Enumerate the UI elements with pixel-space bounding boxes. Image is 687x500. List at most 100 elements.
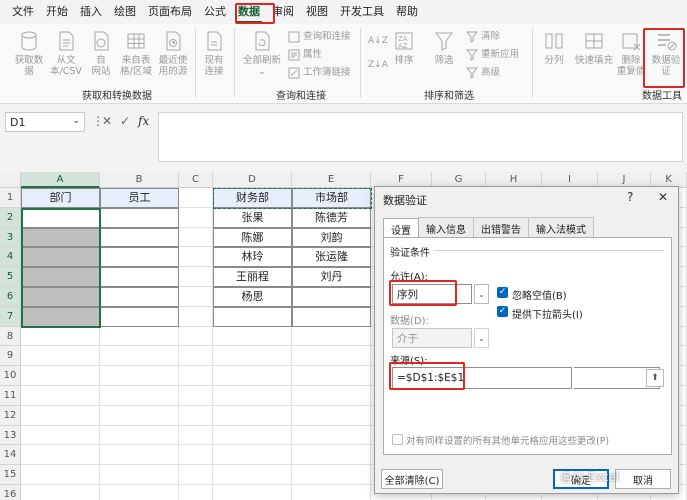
data-select[interactable]: 介于 xyxy=(392,328,472,348)
refresh-all-button[interactable]: 全部刷新 ⌄ xyxy=(240,30,284,77)
name-box[interactable]: D1 ⌄ xyxy=(5,112,85,132)
cell[interactable] xyxy=(213,405,292,426)
cell[interactable] xyxy=(292,386,371,406)
cell[interactable] xyxy=(179,366,213,386)
flash-fill-button[interactable]: 快速填充 xyxy=(572,30,616,66)
cell-d3[interactable]: 陈娜 xyxy=(213,227,292,248)
close-icon[interactable]: ✕ xyxy=(658,190,668,204)
cell[interactable] xyxy=(21,465,100,485)
cell[interactable] xyxy=(100,346,179,367)
advanced-filter-button[interactable]: 高级 xyxy=(466,66,500,80)
column-header-d[interactable]: D xyxy=(213,172,292,188)
cell[interactable] xyxy=(213,366,292,386)
cell[interactable] xyxy=(213,346,292,367)
sort-button[interactable]: ZA AZ 排序 xyxy=(390,30,418,66)
row-header-8[interactable]: 8 xyxy=(0,326,21,347)
cell[interactable] xyxy=(100,386,179,406)
clear-all-button[interactable]: 全部清除(C) xyxy=(381,469,443,489)
cell[interactable] xyxy=(292,346,371,367)
cell-d6[interactable]: 杨思 xyxy=(213,287,292,307)
cell-d2[interactable]: 张果 xyxy=(213,207,292,228)
from-web-button[interactable]: 自网站 xyxy=(86,30,116,77)
reapply-button[interactable]: 重新应用 xyxy=(466,48,519,62)
cell[interactable] xyxy=(292,465,371,485)
column-header-a[interactable]: A xyxy=(21,172,100,188)
get-data-button[interactable]: 获取数据 xyxy=(12,30,46,77)
cell[interactable] xyxy=(292,425,371,446)
row-header-5[interactable]: 5 xyxy=(0,267,21,287)
cell[interactable] xyxy=(179,346,213,367)
collapse-dialog-button[interactable]: ⬆ xyxy=(646,369,664,387)
cell[interactable] xyxy=(179,188,213,208)
data-dropdown-button[interactable]: ⌄ xyxy=(474,328,489,348)
dropdown-arrow-checkbox[interactable]: ✓ xyxy=(497,306,508,317)
row-header-3[interactable]: 3 xyxy=(0,227,21,248)
tab-ime-mode[interactable]: 输入法模式 xyxy=(528,217,594,239)
tab-error-alert[interactable]: 出错警告 xyxy=(473,217,529,239)
cell[interactable] xyxy=(100,326,179,347)
queries-connections-button[interactable]: 查询和连接 xyxy=(288,30,351,44)
cell[interactable] xyxy=(213,445,292,466)
cell[interactable] xyxy=(292,326,371,347)
cell[interactable] xyxy=(179,326,213,347)
ignore-blank-checkbox[interactable]: ✓ xyxy=(497,287,508,298)
cell-e4[interactable]: 张运隆 xyxy=(292,247,371,268)
cell[interactable] xyxy=(292,405,371,426)
cell[interactable] xyxy=(213,425,292,446)
cell[interactable] xyxy=(213,386,292,406)
cell[interactable] xyxy=(179,207,213,228)
select-all-corner[interactable] xyxy=(0,172,21,188)
properties-button[interactable]: 属性 xyxy=(288,48,322,62)
cell[interactable] xyxy=(21,346,100,367)
column-header-b[interactable]: B xyxy=(100,172,179,188)
cell-e5[interactable]: 刘丹 xyxy=(292,267,371,287)
menu-developer[interactable]: 开发工具 xyxy=(334,2,390,22)
cell[interactable] xyxy=(21,445,100,466)
cell[interactable] xyxy=(100,485,179,500)
remove-duplicates-button[interactable]: 删除 重复值 xyxy=(616,30,646,77)
sort-za-button[interactable]: Z↓A xyxy=(368,58,388,72)
from-table-button[interactable]: 来自表 格/区域 xyxy=(118,30,154,77)
cell[interactable] xyxy=(179,425,213,446)
cell-a1[interactable]: 部门 xyxy=(21,188,100,208)
cell-b7[interactable] xyxy=(100,306,179,327)
cell[interactable] xyxy=(21,386,100,406)
row-header-1[interactable]: 1 xyxy=(0,188,21,208)
cell-b2[interactable] xyxy=(100,207,179,228)
menu-draw[interactable]: 绘图 xyxy=(108,2,142,22)
column-header-c[interactable]: C xyxy=(179,172,213,188)
row-header-12[interactable]: 12 xyxy=(0,405,21,426)
row-header-2[interactable]: 2 xyxy=(0,207,21,228)
cell-d4[interactable]: 林玲 xyxy=(213,247,292,268)
row-header-10[interactable]: 10 xyxy=(0,366,21,386)
cell[interactable] xyxy=(179,227,213,248)
row-header-4[interactable]: 4 xyxy=(0,247,21,268)
cell[interactable] xyxy=(179,485,213,500)
cell[interactable] xyxy=(100,445,179,466)
cancel-button[interactable]: 取消 xyxy=(615,469,671,489)
cell-b3[interactable] xyxy=(100,227,179,248)
cell[interactable] xyxy=(100,366,179,386)
menu-view[interactable]: 视图 xyxy=(300,2,334,22)
cell[interactable] xyxy=(179,405,213,426)
cell-e7[interactable] xyxy=(292,306,371,327)
cell[interactable] xyxy=(21,485,100,500)
cell-b4[interactable] xyxy=(100,247,179,268)
clear-filter-button[interactable]: 清除 xyxy=(466,30,500,44)
cell[interactable] xyxy=(100,405,179,426)
column-header-e[interactable]: E xyxy=(292,172,371,188)
existing-connections-button[interactable]: 现有 连接 xyxy=(199,30,229,77)
from-text-csv-button[interactable]: 从文 本/CSV xyxy=(48,30,84,77)
menu-insert[interactable]: 插入 xyxy=(74,2,108,22)
menu-file[interactable]: 文件 xyxy=(6,2,40,22)
apply-all-checkbox[interactable] xyxy=(392,434,403,445)
cell[interactable] xyxy=(213,326,292,347)
cell[interactable] xyxy=(179,465,213,485)
cell[interactable] xyxy=(292,485,371,500)
sort-az-button[interactable]: A↓Z xyxy=(368,34,388,48)
cell-e3[interactable]: 刘韵 xyxy=(292,227,371,248)
menu-formulas[interactable]: 公式 xyxy=(198,2,232,22)
cancel-icon[interactable]: ✕ xyxy=(102,114,112,128)
cell-b5[interactable] xyxy=(100,267,179,287)
menu-home[interactable]: 开始 xyxy=(40,2,74,22)
